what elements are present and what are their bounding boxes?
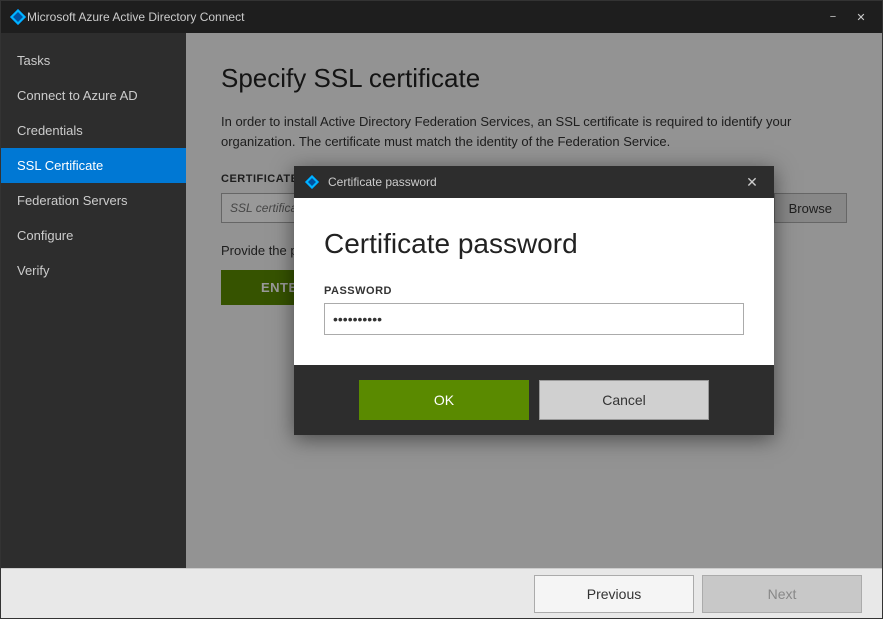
sidebar-item-configure[interactable]: Configure: [1, 218, 186, 253]
modal-cancel-button[interactable]: Cancel: [539, 380, 709, 420]
modal-footer: OK Cancel: [294, 365, 774, 435]
sidebar-item-tasks[interactable]: Tasks: [1, 43, 186, 78]
sidebar-item-federation-servers[interactable]: Federation Servers: [1, 183, 186, 218]
modal-password-label: PASSWORD: [324, 285, 744, 297]
main-content: Tasks Connect to Azure AD Credentials SS…: [1, 33, 882, 568]
modal-app-icon: [304, 174, 320, 190]
minimize-button[interactable]: −: [820, 7, 846, 27]
sidebar-item-verify[interactable]: Verify: [1, 253, 186, 288]
modal-close-button[interactable]: ✕: [740, 170, 764, 194]
main-window: Microsoft Azure Active Directory Connect…: [0, 0, 883, 619]
modal-password-input[interactable]: [324, 303, 744, 335]
sidebar-item-credentials[interactable]: Credentials: [1, 113, 186, 148]
modal-title: Certificate password: [324, 228, 744, 260]
next-button: Next: [702, 575, 862, 613]
modal-titlebar-title: Certificate password: [328, 175, 740, 189]
titlebar: Microsoft Azure Active Directory Connect…: [1, 1, 882, 33]
footer: Previous Next: [1, 568, 882, 618]
modal-overlay: Certificate password ✕ Certificate passw…: [186, 33, 882, 568]
sidebar-item-connect-azure[interactable]: Connect to Azure AD: [1, 78, 186, 113]
app-title: Microsoft Azure Active Directory Connect: [27, 10, 820, 24]
modal-body: Certificate password PASSWORD: [294, 198, 774, 345]
certificate-password-modal: Certificate password ✕ Certificate passw…: [294, 166, 774, 435]
modal-ok-button[interactable]: OK: [359, 380, 529, 420]
previous-button[interactable]: Previous: [534, 575, 694, 613]
window-controls: − ✕: [820, 7, 874, 27]
modal-titlebar: Certificate password ✕: [294, 166, 774, 198]
app-icon: [9, 8, 27, 26]
sidebar: Tasks Connect to Azure AD Credentials SS…: [1, 33, 186, 568]
content-area: Specify SSL certificate In order to inst…: [186, 33, 882, 568]
close-button[interactable]: ✕: [848, 7, 874, 27]
sidebar-item-ssl-certificate[interactable]: SSL Certificate: [1, 148, 186, 183]
